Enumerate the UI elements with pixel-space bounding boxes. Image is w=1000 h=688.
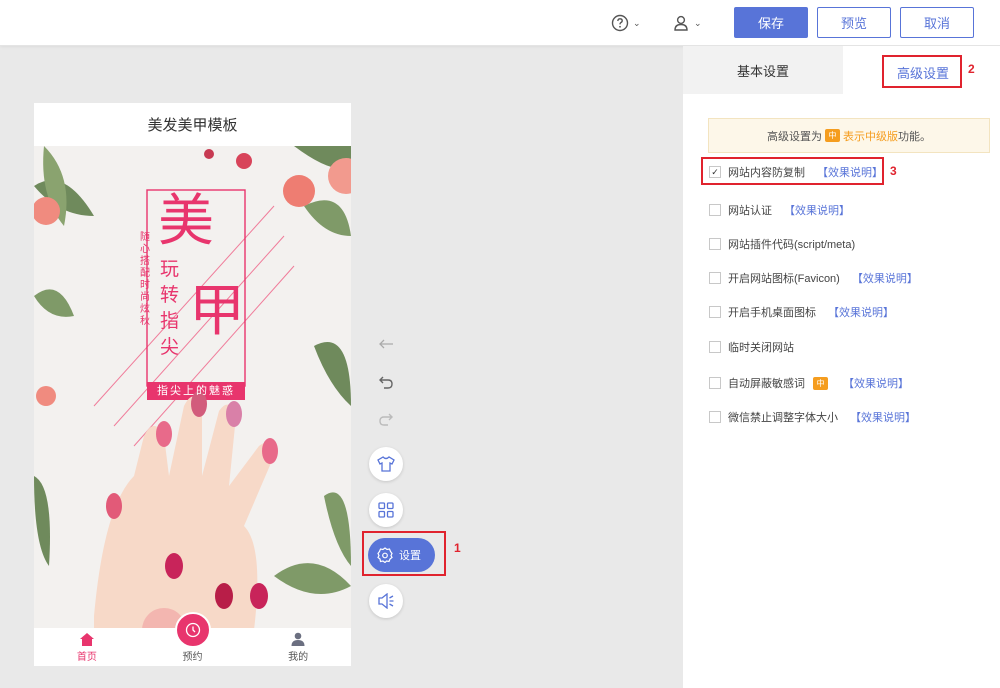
- advanced-notice: 高级设置为 中 表示中级版 功能。: [708, 118, 990, 153]
- notice-highlight: 表示中级版: [843, 130, 898, 143]
- option-plugin-code[interactable]: 网站插件代码(script/meta): [709, 236, 855, 252]
- annotation-number-2: 2: [968, 62, 975, 76]
- redo-button[interactable]: [376, 410, 396, 428]
- home-icon: [79, 633, 94, 646]
- pro-badge-icon: 中: [825, 129, 840, 142]
- tab-mine-label: 我的: [288, 652, 309, 663]
- checkbox-mobile-desktop-icon[interactable]: [709, 306, 721, 318]
- back-button[interactable]: [376, 336, 396, 352]
- checkbox-wechat-font-lock[interactable]: [709, 411, 721, 423]
- checkbox-plugin-code[interactable]: [709, 238, 721, 250]
- music-button[interactable]: [369, 584, 403, 618]
- booking-center-button[interactable]: [175, 612, 211, 648]
- preview-button[interactable]: 预览: [817, 7, 891, 38]
- question-circle-icon: [611, 14, 629, 32]
- option-label: 网站认证: [728, 205, 772, 217]
- page-title: 美发美甲模板: [147, 117, 238, 134]
- option-label: 开启网站图标(Favicon): [728, 273, 840, 285]
- banner-line-1: 玩: [160, 259, 180, 280]
- option-mobile-desktop-icon[interactable]: 开启手机桌面图标 【效果说明】: [709, 304, 894, 320]
- mobile-preview: 美发美甲模板 美 甲 玩 转 指 尖 随心搭配时尚炫秋 指尖上的魅惑 首页 预约…: [34, 103, 351, 666]
- user-icon: [674, 15, 688, 31]
- effect-link[interactable]: 【效果说明】: [850, 409, 916, 425]
- banner-tagline: 指尖上的魅惑: [157, 385, 235, 397]
- notice-prefix: 高级设置为: [767, 130, 822, 143]
- annotation-box-1: [362, 531, 446, 576]
- checkbox-site-verification[interactable]: [709, 204, 721, 216]
- effect-link[interactable]: 【效果说明】: [784, 202, 850, 218]
- tab-home[interactable]: 首页: [34, 628, 140, 666]
- chevron-down-icon: ⌄: [633, 17, 641, 28]
- theme-button[interactable]: [369, 447, 403, 481]
- checkbox-close-site[interactable]: [709, 341, 721, 353]
- person-icon: [291, 632, 305, 646]
- checkbox-favicon[interactable]: [709, 272, 721, 284]
- speaker-icon: [378, 593, 394, 609]
- banner-line-3: 指: [160, 311, 180, 332]
- tab-basic-settings[interactable]: 基本设置: [683, 46, 843, 94]
- banner-line-2: 转: [160, 285, 180, 306]
- option-label: 临时关闭网站: [728, 342, 794, 354]
- tab-booking-label: 预约: [182, 652, 203, 663]
- undo-icon: [379, 376, 393, 389]
- clock-icon: [185, 622, 201, 638]
- grid-icon: [378, 502, 394, 518]
- top-toolbar: ⌄ ⌄ 保存 预览 取消: [0, 0, 1000, 46]
- option-label: 自动屏蔽敏感词: [728, 378, 805, 390]
- option-favicon[interactable]: 开启网站图标(Favicon) 【效果说明】: [709, 270, 918, 286]
- effect-link[interactable]: 【效果说明】: [852, 270, 918, 286]
- user-dropdown[interactable]: ⌄: [672, 12, 702, 34]
- banner-vertical-text: 随心搭配时尚炫秋: [140, 232, 150, 327]
- pro-badge-icon: 中: [813, 376, 828, 390]
- option-label: 网站插件代码(script/meta): [728, 239, 856, 251]
- redo-icon: [379, 413, 393, 426]
- modules-button[interactable]: [369, 493, 403, 527]
- undo-button[interactable]: [376, 373, 396, 391]
- banner-line-4: 尖: [160, 337, 180, 358]
- shirt-icon: [377, 456, 395, 472]
- checkbox-sensitive-words[interactable]: [709, 377, 721, 389]
- help-dropdown[interactable]: ⌄: [611, 12, 641, 34]
- save-button[interactable]: 保存: [734, 7, 808, 38]
- annotation-number-3: 3: [890, 164, 897, 178]
- annotation-number-1: 1: [454, 541, 461, 555]
- chevron-down-icon: ⌄: [694, 17, 702, 28]
- cancel-button[interactable]: 取消: [900, 7, 974, 38]
- banner-big-char-2: 甲: [189, 279, 245, 344]
- arrow-left-icon: [379, 339, 393, 349]
- settings-panel: 基本设置 高级设置 2 高级设置为 中 表示中级版 功能。 ✓ 网站内容防复制 …: [683, 46, 1000, 688]
- annotation-box-3: [701, 157, 884, 185]
- bottom-tab-bar: 首页 预约 我的: [34, 612, 351, 666]
- effect-link[interactable]: 【效果说明】: [843, 375, 909, 391]
- notice-suffix: 功能。: [898, 130, 931, 143]
- option-wechat-font-lock[interactable]: 微信禁止调整字体大小 【效果说明】: [709, 409, 916, 425]
- effect-link[interactable]: 【效果说明】: [828, 304, 894, 320]
- tab-home-label: 首页: [76, 652, 97, 663]
- banner-image[interactable]: 美 甲 玩 转 指 尖 随心搭配时尚炫秋 指尖上的魅惑: [34, 146, 351, 630]
- option-label: 开启手机桌面图标: [728, 307, 816, 319]
- option-site-verification[interactable]: 网站认证 【效果说明】: [709, 202, 850, 218]
- banner-big-char-1: 美: [158, 189, 214, 254]
- annotation-box-2: [882, 55, 962, 88]
- tab-mine[interactable]: 我的: [245, 628, 351, 666]
- option-label: 微信禁止调整字体大小: [728, 412, 838, 424]
- option-close-site[interactable]: 临时关闭网站: [709, 339, 794, 355]
- option-sensitive-words[interactable]: 自动屏蔽敏感词 中 【效果说明】: [709, 375, 909, 391]
